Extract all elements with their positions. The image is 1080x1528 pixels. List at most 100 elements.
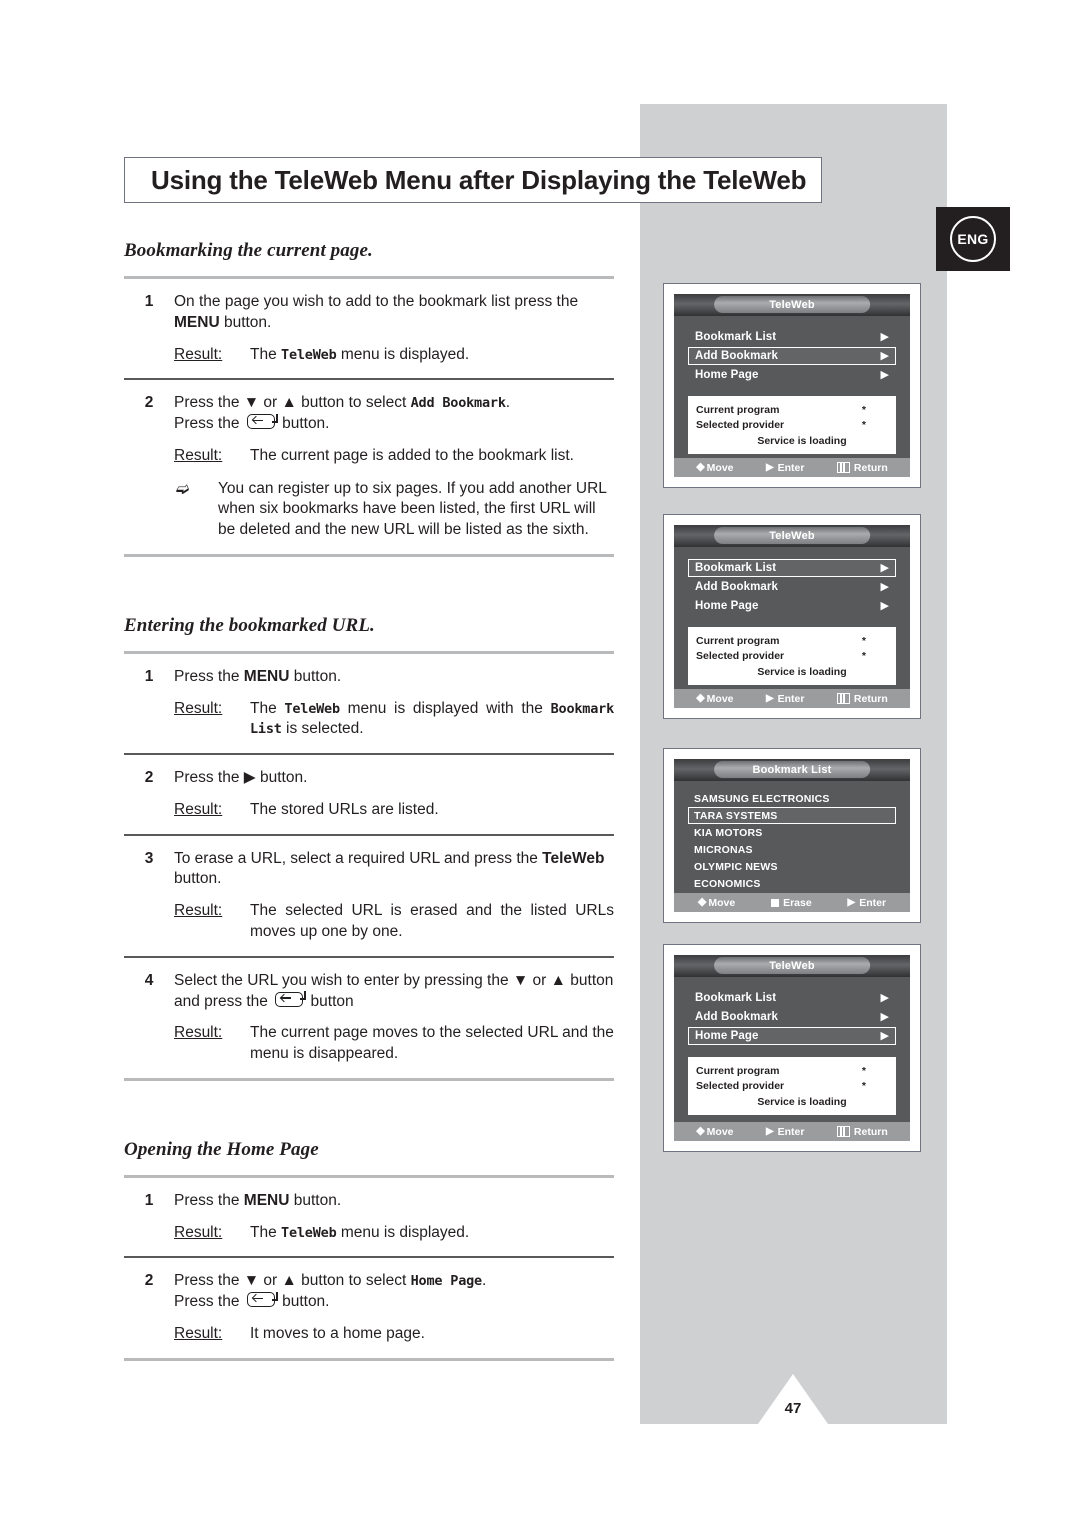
step-text-part: To erase a URL, select a required URL an…: [174, 849, 543, 867]
up-arrow-icon: ▲: [281, 1272, 297, 1290]
step-text-part: Press the: [174, 394, 244, 412]
osd-url-item[interactable]: KIA MOTORS: [688, 824, 896, 841]
step-text: Press the button.: [174, 1291, 614, 1313]
result-label: Result:: [174, 1223, 223, 1241]
right-arrow-icon: ▶: [880, 349, 889, 362]
osd-menu-item-add-bookmark[interactable]: Add Bookmark ▶: [688, 578, 896, 596]
osd-menu-item-bookmark-list[interactable]: Bookmark List ▶: [688, 989, 896, 1007]
step-number: 2: [144, 394, 154, 412]
osd-navbar: ◆ Move ▶ Enter Return: [674, 458, 910, 477]
result-row: Result: It moves to a home page.: [174, 1324, 614, 1345]
page-number: 47: [784, 1400, 802, 1417]
osd-menu-label: Bookmark List: [695, 992, 777, 1004]
osd-titlebar: Bookmark List: [674, 759, 910, 781]
step-number: 3: [144, 849, 154, 867]
osd-info-panel: Current program * Selected provider * Se…: [688, 396, 896, 454]
menu-button-ref: MENU: [243, 1191, 290, 1209]
osd-nav-enter[interactable]: ▶ Enter: [766, 462, 805, 474]
result-row: Result: The stored URLs are listed.: [174, 800, 614, 821]
osd-menu-item-bookmark-list[interactable]: Bookmark List ▶: [688, 328, 896, 346]
result-text: The TeleWeb menu is displayed with the B…: [250, 699, 614, 741]
osd-info-label: Selected provider: [696, 649, 785, 662]
osd-nav-return[interactable]: Return: [836, 461, 888, 474]
step-text: Press the button.: [174, 413, 614, 435]
step-number: 1: [144, 293, 154, 310]
result-text-part: menu is displayed.: [336, 1223, 470, 1241]
result-text: The TeleWeb menu is displayed.: [250, 1223, 614, 1244]
language-badge-label: ENG: [950, 216, 996, 262]
osd-menu-label: Bookmark List: [695, 331, 777, 343]
divider: [124, 1357, 614, 1361]
osd-info-panel: Current program * Selected provider * Se…: [688, 627, 896, 685]
step-number: 2: [144, 1272, 154, 1290]
step-item: 1 On the page you wish to add to the boo…: [124, 279, 614, 378]
step-text-part: .: [505, 394, 511, 412]
osd-url-item[interactable]: OLYMPIC NEWS: [688, 858, 896, 875]
result-text: The TeleWeb menu is displayed.: [250, 345, 614, 366]
osd-nav-label: Return: [853, 461, 888, 474]
osd-nav-move[interactable]: ◆ Move: [696, 1126, 733, 1138]
osd-status-text: Service is loading: [757, 1096, 847, 1108]
osd-nav-move[interactable]: ◆ Move: [696, 693, 733, 705]
osd-menu-item-add-bookmark[interactable]: Add Bookmark ▶: [688, 347, 896, 365]
right-arrow-icon: ▶: [243, 769, 256, 787]
section-heading-home-page: Opening the Home Page: [124, 1138, 319, 1160]
result-text: The current page is added to the bookmar…: [250, 446, 574, 464]
result-text-part: menu is displayed with the: [339, 699, 551, 717]
step-text-part: Press the: [174, 415, 244, 433]
step-text-part: or: [528, 971, 551, 989]
osd-url-label: TARA SYSTEMS: [694, 809, 778, 822]
osd-menu-item-bookmark-list[interactable]: Bookmark List ▶: [688, 559, 896, 577]
osd-url-item[interactable]: ECONOMICS: [688, 875, 896, 892]
osd-nav-return[interactable]: Return: [836, 692, 888, 705]
osd-nav-erase[interactable]: Erase: [771, 897, 812, 909]
osd-nav-label: Enter: [777, 692, 805, 705]
step-text: Press the MENU button.: [174, 667, 614, 688]
result-text: The selected URL is erased and the liste…: [250, 902, 614, 941]
osd-info-value: *: [861, 418, 866, 431]
step-text-part: or: [259, 1272, 282, 1290]
result-row: Result: The TeleWeb menu is displayed.: [174, 1223, 614, 1244]
osd-url-item-selected[interactable]: TARA SYSTEMS: [688, 807, 896, 824]
osd-menu-label: Home Page: [695, 1030, 759, 1042]
square-icon: [771, 898, 780, 907]
result-text: The stored URLs are listed.: [250, 800, 439, 818]
osd-nav-enter[interactable]: ▶ Enter: [766, 693, 805, 705]
osd-info-value: *: [861, 1064, 866, 1077]
step-content: On the page you wish to add to the bookm…: [174, 292, 614, 365]
page-number-marker: 47: [758, 1374, 828, 1424]
right-arrow-icon: ▶: [880, 991, 889, 1004]
osd-nav-label: Return: [853, 692, 888, 705]
osd-menu-label: Home Page: [695, 600, 759, 612]
osd-title: Bookmark List: [752, 764, 832, 776]
osd-url-item[interactable]: SAMSUNG ELECTRONICS: [688, 790, 896, 807]
osd-nav-move[interactable]: ◆ Move: [696, 462, 733, 474]
result-row: Result: The TeleWeb menu is displayed.: [174, 345, 614, 366]
osd-nav-return[interactable]: Return: [836, 1126, 888, 1138]
osd-menu-item-home-page[interactable]: Home Page ▶: [688, 597, 896, 615]
step-item: 1 Press the MENU button. Result: The Tel…: [124, 654, 615, 753]
osd-nav-move[interactable]: ◆ Move: [698, 897, 735, 909]
up-arrow-icon: ▲: [281, 394, 297, 412]
osd-url-label: OLYMPIC NEWS: [694, 860, 778, 873]
osd-info-value: *: [861, 403, 866, 416]
teleweb-mono-ref: TeleWeb: [281, 1224, 337, 1241]
osd-nav-label: Enter: [777, 461, 805, 474]
osd-status-text: Service is loading: [757, 666, 847, 678]
osd-url-item[interactable]: MICRONAS: [688, 841, 896, 858]
teleweb-mono-ref: TeleWeb: [284, 700, 340, 717]
osd-menu-item-add-bookmark[interactable]: Add Bookmark ▶: [688, 1008, 896, 1026]
teleweb-mono-ref: TeleWeb: [281, 346, 337, 363]
osd-nav-enter[interactable]: ▶ Enter: [848, 897, 887, 909]
osd-menu-item-home-page[interactable]: Home Page ▶: [688, 1027, 896, 1045]
right-arrow-icon: ▶: [880, 368, 889, 381]
osd-info-value: *: [861, 1079, 866, 1092]
right-arrow-icon: ▶: [880, 1029, 889, 1042]
section-heading-entering-url: Entering the bookmarked URL.: [124, 614, 375, 636]
osd-menu-item-home-page[interactable]: Home Page ▶: [688, 366, 896, 384]
osd-nav-enter[interactable]: ▶ Enter: [766, 1126, 805, 1138]
osd-nav-label: Enter: [777, 1125, 805, 1138]
enter-key-icon: [246, 1291, 278, 1308]
